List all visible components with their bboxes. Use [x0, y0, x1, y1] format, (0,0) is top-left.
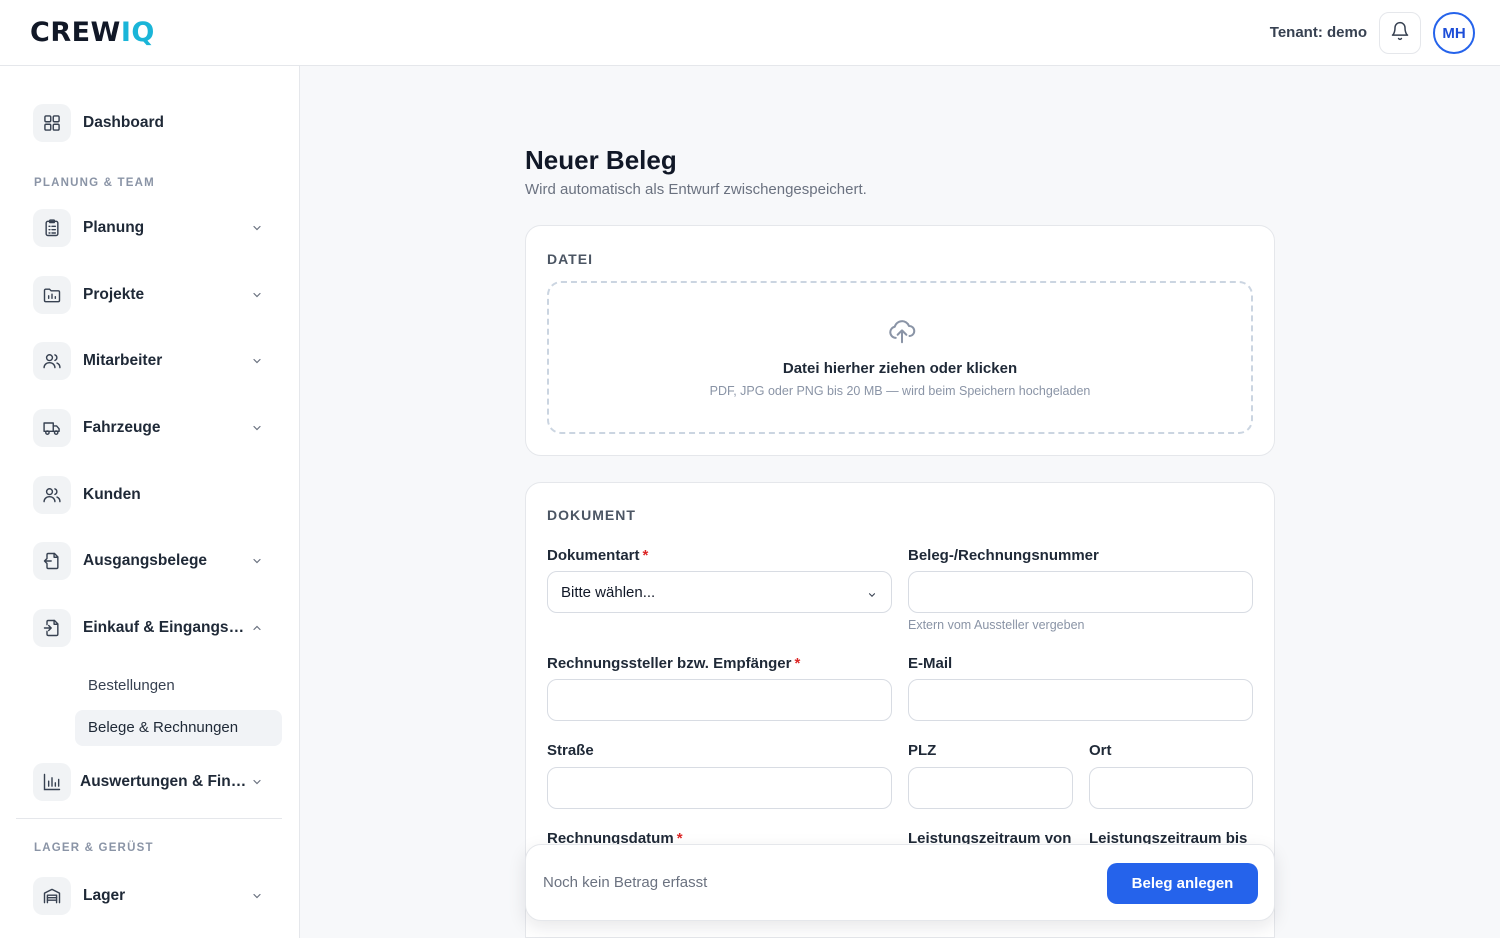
dropzone-hint: PDF, JPG oder PNG bis 20 MB — wird beim …: [709, 384, 1091, 398]
sidebar-item-label: Planung: [83, 219, 145, 236]
email-input[interactable]: [908, 679, 1253, 721]
section-label-lager: LAGER & GERÜST: [34, 842, 154, 854]
sidebar-item-label: Projekte: [83, 286, 145, 303]
sidebar-item-projekte[interactable]: Projekte: [16, 273, 282, 317]
chevron-down-icon: [250, 775, 264, 789]
sidebar-item-label: Kunden: [83, 486, 141, 503]
section-label-planning: PLANUNG & TEAM: [34, 177, 155, 189]
clipboard-icon: [33, 209, 71, 247]
doc-type-label: Dokumentart *: [547, 547, 649, 564]
sidebar-subitem-bestellungen[interactable]: Bestellungen: [75, 668, 282, 704]
sidebar: Dashboard PLANUNG & TEAM Planung Projekt…: [0, 66, 300, 938]
sidebar-item-auswertungen[interactable]: Auswertungen & Finanzen: [16, 760, 282, 804]
zip-label: PLZ: [908, 742, 937, 759]
card-title-dokument: DOKUMENT: [547, 507, 636, 523]
truck-icon: [33, 409, 71, 447]
sidebar-item-label: Mitarbeiter: [83, 352, 163, 369]
folder-chart-icon: [33, 276, 71, 314]
user-avatar[interactable]: MH: [1433, 12, 1475, 54]
chevron-down-icon: [250, 554, 264, 568]
bell-icon: [1390, 21, 1410, 46]
issuer-input[interactable]: [547, 679, 892, 721]
page-subtitle: Wird automatisch als Entwurf zwischenges…: [525, 181, 867, 198]
warehouse-icon: [33, 877, 71, 915]
sidebar-item-fahrzeuge[interactable]: Fahrzeuge: [16, 406, 282, 450]
top-bar: CREWIQ Tenant: demo MH: [0, 0, 1500, 66]
cloud-upload-icon: [886, 316, 918, 351]
create-document-button[interactable]: Beleg anlegen: [1107, 863, 1258, 904]
document-export-icon: [33, 542, 71, 580]
number-label: Beleg-/Rechnungsnummer: [908, 547, 1099, 564]
grid-icon: [33, 104, 71, 142]
bar-chart-icon: [33, 763, 71, 801]
file-card: DATEI Datei hierher ziehen oder klicken …: [525, 225, 1275, 456]
sidebar-item-dashboard[interactable]: Dashboard: [16, 101, 282, 145]
street-input[interactable]: [547, 767, 892, 809]
city-input[interactable]: [1089, 767, 1253, 809]
users-icon: [33, 342, 71, 380]
email-label: E-Mail: [908, 655, 953, 672]
chevron-down-icon: [250, 354, 264, 368]
issuer-label: Rechnungssteller bzw. Empfänger *: [547, 655, 801, 672]
dropzone-title: Datei hierher ziehen oder klicken: [782, 360, 1018, 377]
customers-icon: [33, 476, 71, 514]
chevron-down-icon: [250, 221, 264, 235]
chevron-down-icon: [250, 889, 264, 903]
city-label: Ort: [1089, 742, 1112, 759]
sidebar-item-label: Fahrzeuge: [83, 419, 161, 436]
number-hint: Extern vom Aussteller vergeben: [908, 618, 1085, 632]
sidebar-item-mitarbeiter[interactable]: Mitarbeiter: [16, 339, 282, 383]
number-input[interactable]: [908, 571, 1253, 613]
amount-status: Noch kein Betrag erfasst: [543, 874, 708, 891]
sidebar-item-label: Dashboard: [83, 114, 164, 131]
document-import-icon: [33, 609, 71, 647]
page-title: Neuer Beleg: [525, 145, 677, 175]
tenant-label: Tenant: demo: [1269, 24, 1367, 41]
doc-type-value: Bitte wählen...: [561, 583, 656, 601]
street-label: Straße: [547, 742, 594, 759]
sidebar-item-ausgangsbelege[interactable]: Ausgangsbelege: [16, 539, 282, 583]
doc-type-select[interactable]: Bitte wählen...: [547, 571, 892, 613]
sidebar-divider: [16, 818, 282, 819]
sidebar-item-kunden[interactable]: Kunden: [16, 473, 282, 517]
file-dropzone[interactable]: Datei hierher ziehen oder klicken PDF, J…: [547, 281, 1253, 434]
sidebar-item-label: Lager: [83, 887, 126, 904]
chevron-down-icon: [250, 421, 264, 435]
sticky-action-bar: Noch kein Betrag erfasst Beleg anlegen: [525, 844, 1275, 921]
sidebar-item-einkauf[interactable]: Einkauf & Eingangsbelege: [16, 606, 282, 650]
card-title-datei: DATEI: [547, 251, 593, 267]
chevron-down-icon: [867, 587, 877, 604]
sidebar-subitem-belege-rechnungen[interactable]: Belege & Rechnungen: [75, 710, 282, 746]
sidebar-item-planung[interactable]: Planung: [16, 206, 282, 250]
sidebar-item-label: Auswertungen & Finanzen: [80, 773, 250, 790]
app-logo[interactable]: CREWIQ: [30, 18, 155, 48]
notifications-button[interactable]: [1379, 12, 1421, 54]
sidebar-item-lager[interactable]: Lager: [16, 874, 282, 918]
chevron-up-icon: [250, 621, 264, 635]
sidebar-item-label: Ausgangsbelege: [83, 552, 208, 569]
zip-input[interactable]: [908, 767, 1073, 809]
chevron-down-icon: [250, 288, 264, 302]
sidebar-item-label: Einkauf & Eingangsbelege: [83, 619, 253, 636]
